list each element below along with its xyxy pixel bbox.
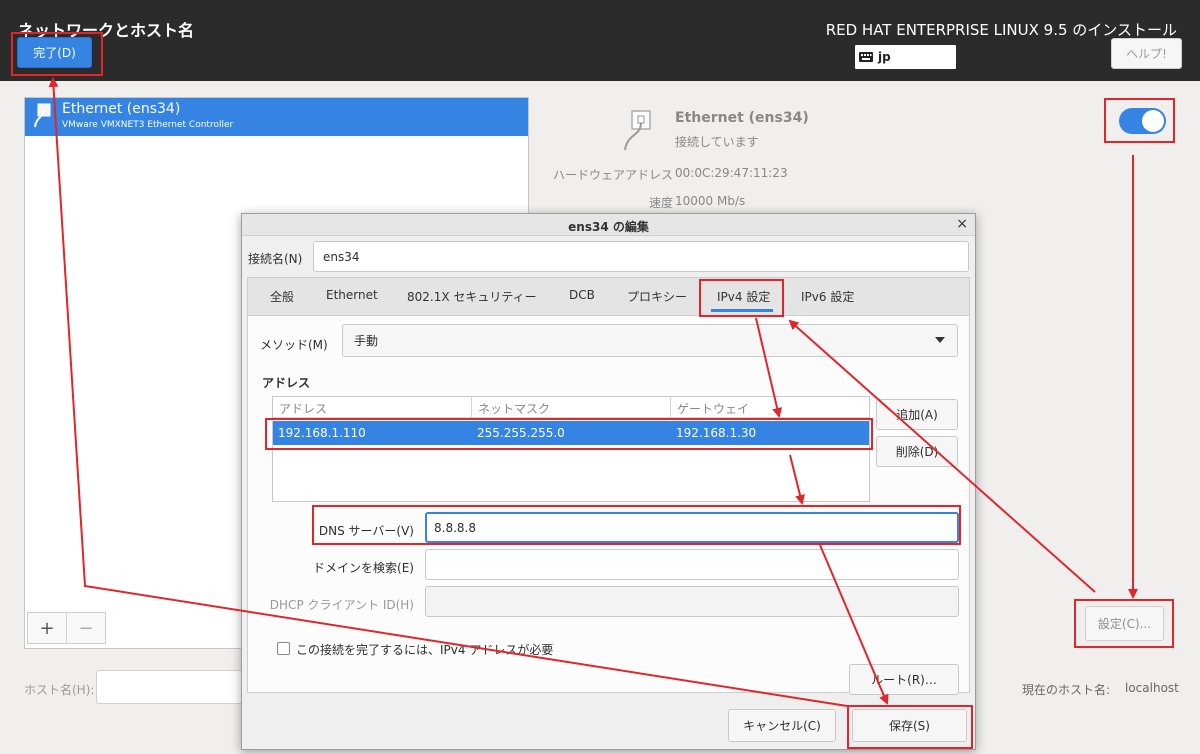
speed-value: 10000 Mb/s xyxy=(675,194,746,208)
address-section-title: アドレス xyxy=(262,376,311,390)
hardware-address-label: ハードウェアアドレス xyxy=(552,168,673,182)
tab-dcb[interactable]: DCB xyxy=(569,288,595,302)
device-list-item[interactable]: Ethernet (ens34) VMware VMXNET3 Ethernet… xyxy=(25,98,528,136)
search-domains-input[interactable] xyxy=(425,549,959,580)
hostname-input[interactable] xyxy=(96,670,246,704)
require-ipv4-label[interactable]: この接続を完了するには、IPv4 アドレスが必要 xyxy=(296,641,553,658)
annotation-box-address-row xyxy=(265,418,873,450)
remove-device-button[interactable]: − xyxy=(66,612,106,644)
tab-general[interactable]: 全般 xyxy=(270,288,294,305)
hardware-address-value: 00:0C:29:47:11:23 xyxy=(675,166,788,180)
keyboard-layout-label: jp xyxy=(878,50,891,64)
detail-status: 接続しています xyxy=(675,135,759,149)
keyboard-icon xyxy=(859,52,873,62)
delete-address-button[interactable]: 削除(D) xyxy=(876,436,958,467)
search-domains-label: ドメインを検索(E) xyxy=(313,561,414,575)
add-device-button[interactable]: + xyxy=(27,612,67,644)
dialog-title: ens34 の編集 xyxy=(568,220,649,234)
speed-label: 速度 xyxy=(648,196,673,210)
tab-proxy[interactable]: プロキシー xyxy=(627,288,687,305)
annotation-box-toggle xyxy=(1104,98,1175,143)
method-value: 手動 xyxy=(354,334,379,348)
hostname-label: ホスト名(H): xyxy=(24,683,95,697)
annotation-box-ipv4-tab xyxy=(699,279,784,317)
dialog-titlebar[interactable]: ens34 の編集 × xyxy=(242,214,975,236)
connection-name-input[interactable]: ens34 xyxy=(313,241,969,272)
annotation-box-configure xyxy=(1074,599,1174,648)
edit-connection-dialog: ens34 の編集 × 接続名(N) ens34 全般 Ethernet 802… xyxy=(241,213,976,750)
tab-ethernet[interactable]: Ethernet xyxy=(326,288,378,302)
dropdown-arrow-icon xyxy=(935,337,945,343)
require-ipv4-checkbox[interactable] xyxy=(277,642,290,655)
device-description: VMware VMXNET3 Ethernet Controller xyxy=(62,120,234,130)
keyboard-layout-indicator[interactable]: jp xyxy=(855,45,956,69)
tab-ipv6-settings[interactable]: IPv6 設定 xyxy=(801,288,854,305)
annotation-box-dns xyxy=(312,505,961,545)
settings-tabs: 全般 Ethernet 802.1X セキュリティー DCB プロキシー IPv… xyxy=(247,277,970,316)
detail-device-name: Ethernet (ens34) xyxy=(675,110,809,126)
ethernet-detail-icon xyxy=(624,110,651,151)
method-select[interactable]: 手動 xyxy=(342,324,958,357)
column-header-gateway[interactable]: ゲートウェイ xyxy=(671,397,869,418)
method-label: メソッド(M) xyxy=(260,338,328,352)
tab-8021x-security[interactable]: 802.1X セキュリティー xyxy=(407,288,537,305)
current-hostname-value: localhost xyxy=(1125,681,1179,695)
annotation-box-save xyxy=(847,705,973,749)
connection-name-label: 接続名(N) xyxy=(248,252,303,266)
add-address-button[interactable]: 追加(A) xyxy=(876,399,958,430)
dhcp-client-id-input[interactable] xyxy=(425,586,959,617)
help-button[interactable]: ヘルプ! xyxy=(1111,38,1182,69)
close-icon[interactable]: × xyxy=(956,216,968,232)
column-header-address[interactable]: アドレス xyxy=(273,397,472,418)
product-title: RED HAT ENTERPRISE LINUX 9.5 のインストール xyxy=(825,21,1177,39)
cancel-button[interactable]: キャンセル(C) xyxy=(728,709,836,742)
dhcp-client-id-label: DHCP クライアント ID(H) xyxy=(269,598,414,612)
annotation-box-done xyxy=(11,32,103,76)
ethernet-icon xyxy=(34,103,51,128)
routes-button[interactable]: ルート(R)… xyxy=(849,664,959,695)
device-name: Ethernet (ens34) xyxy=(62,101,181,117)
column-header-netmask[interactable]: ネットマスク xyxy=(472,397,671,418)
current-hostname-label: 現在のホスト名: xyxy=(1022,683,1111,697)
